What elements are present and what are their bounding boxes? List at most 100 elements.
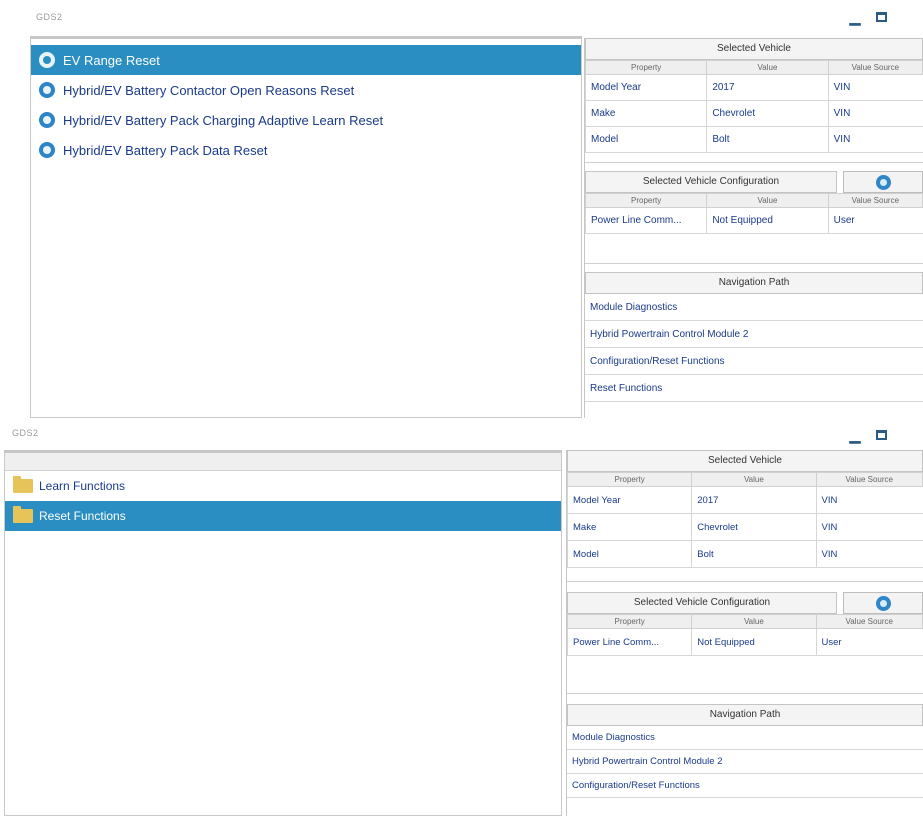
list-item-label: Hybrid/EV Battery Pack Data Reset <box>63 142 268 158</box>
list-item-label: Learn Functions <box>39 479 126 493</box>
list-item-ev-range-reset[interactable]: EV Range Reset <box>31 45 581 75</box>
vehicle-info-pane: Selected Vehicle Property Value Value So… <box>584 38 923 418</box>
list-item-reset-functions[interactable]: Reset Functions <box>5 501 561 531</box>
title-bar: GDS2 ▁ <box>0 418 923 454</box>
configuration-title: Selected Vehicle Configuration <box>585 171 837 193</box>
column-header[interactable]: Value <box>706 60 829 75</box>
table-row[interactable]: Power Line Comm... Not Equipped User <box>566 628 923 656</box>
reset-functions-window: GDS2 ▁ EV Range Reset Hybrid/EV Battery … <box>0 0 923 418</box>
list-item-battery-pack-data-reset[interactable]: Hybrid/EV Battery Pack Data Reset <box>31 135 581 165</box>
table-cell: User <box>827 207 923 234</box>
navigation-path: Navigation Path Module Diagnostics Hybri… <box>567 704 923 798</box>
list-item-label: Hybrid/EV Battery Contactor Open Reasons… <box>63 82 355 98</box>
nav-item-configuration-reset-functions[interactable]: Configuration/Reset Functions <box>567 774 923 798</box>
table-row[interactable]: Model Bolt VIN <box>584 126 923 153</box>
maximize-icon <box>875 430 887 440</box>
configuration-title: Selected Vehicle Configuration <box>567 592 837 614</box>
table-cell: Not Equipped <box>706 207 829 234</box>
function-list: EV Range Reset Hybrid/EV Battery Contact… <box>30 36 582 418</box>
table-row[interactable]: Model Year 2017 VIN <box>566 486 923 514</box>
function-category-list: Learn Functions Reset Functions <box>4 450 562 816</box>
table-cell: Make <box>584 100 707 127</box>
app-title: GDS2 <box>36 12 63 22</box>
column-header[interactable]: Property <box>584 193 708 208</box>
table-cell: VIN <box>815 540 923 568</box>
list-item-charging-adaptive-learn-reset[interactable]: Hybrid/EV Battery Pack Charging Adaptive… <box>31 105 581 135</box>
vehicle-info-pane: Selected Vehicle Property Value Value So… <box>566 450 923 816</box>
column-header[interactable]: Value Source <box>815 472 923 487</box>
nav-item-hybrid-powertrain-control-module-2[interactable]: Hybrid Powertrain Control Module 2 <box>567 750 923 774</box>
table-row[interactable]: Make Chevrolet VIN <box>566 513 923 541</box>
selected-vehicle-table: Property Value Value Source Model Year 2… <box>584 60 923 153</box>
nav-item-reset-functions[interactable]: Reset Functions <box>585 375 923 402</box>
reset-icon <box>39 112 55 128</box>
maximize-button[interactable] <box>871 426 891 444</box>
nav-item-module-diagnostics[interactable]: Module Diagnostics <box>567 726 923 750</box>
column-header[interactable]: Property <box>584 60 708 75</box>
navigation-path: Navigation Path Module Diagnostics Hybri… <box>585 272 923 402</box>
column-header[interactable]: Property <box>566 614 693 629</box>
table-cell: Model <box>566 540 692 568</box>
table-cell: Model Year <box>584 74 707 101</box>
table-row[interactable]: Make Chevrolet VIN <box>584 100 923 127</box>
list-item-label: Reset Functions <box>39 509 126 523</box>
list-item-contactor-open-reasons-reset[interactable]: Hybrid/EV Battery Contactor Open Reasons… <box>31 75 581 105</box>
refresh-configuration-button[interactable] <box>843 171 923 193</box>
configuration-table: Property Value Value Source Power Line C… <box>566 614 923 656</box>
folder-icon <box>13 506 33 523</box>
configuration-blank-area <box>567 656 923 694</box>
column-header[interactable]: Value <box>691 614 817 629</box>
column-header[interactable]: Value Source <box>827 193 923 208</box>
nav-item-hybrid-powertrain-control-module-2[interactable]: Hybrid Powertrain Control Module 2 <box>585 321 923 348</box>
configuration-table: Property Value Value Source Power Line C… <box>584 193 923 234</box>
column-header[interactable]: Value Source <box>815 614 923 629</box>
selected-vehicle-table: Property Value Value Source Model Year 2… <box>566 472 923 568</box>
reset-icon <box>39 82 55 98</box>
title-bar: GDS2 ▁ <box>0 0 923 36</box>
table-spacer <box>567 568 923 582</box>
table-cell: Power Line Comm... <box>584 207 707 234</box>
column-header[interactable]: Property <box>566 472 693 487</box>
table-cell: Not Equipped <box>691 628 816 656</box>
table-spacer <box>585 153 923 163</box>
nav-item-module-diagnostics[interactable]: Module Diagnostics <box>585 294 923 321</box>
column-header[interactable]: Value Source <box>827 60 923 75</box>
table-cell: VIN <box>827 126 923 153</box>
table-cell: Bolt <box>706 126 829 153</box>
column-header[interactable]: Value <box>706 193 829 208</box>
maximize-icon <box>875 12 887 22</box>
column-header[interactable]: Value <box>691 472 817 487</box>
refresh-icon <box>875 595 891 611</box>
configuration-reset-functions-window: GDS2 ▁ Learn Functions Reset Functions S… <box>0 418 923 816</box>
list-item-learn-functions[interactable]: Learn Functions <box>5 471 561 501</box>
table-row[interactable]: Model Year 2017 VIN <box>584 74 923 101</box>
table-cell: VIN <box>815 486 923 514</box>
table-cell: Model Year <box>566 486 692 514</box>
list-header <box>5 453 561 471</box>
table-cell: 2017 <box>706 74 829 101</box>
table-cell: VIN <box>815 513 923 541</box>
configuration-header-row: Selected Vehicle Configuration <box>567 592 923 614</box>
refresh-configuration-button[interactable] <box>843 592 923 614</box>
selected-vehicle-title: Selected Vehicle <box>585 38 923 60</box>
app-title: GDS2 <box>12 428 39 438</box>
table-cell: 2017 <box>691 486 816 514</box>
minimize-button[interactable]: ▁ <box>845 426 865 444</box>
list-item-label: Hybrid/EV Battery Pack Charging Adaptive… <box>63 112 384 128</box>
minimize-button[interactable]: ▁ <box>845 8 865 26</box>
table-cell: VIN <box>827 74 923 101</box>
folder-icon <box>13 476 33 493</box>
list-item-label: EV Range Reset <box>63 52 160 68</box>
table-cell: User <box>815 628 923 656</box>
nav-item-configuration-reset-functions[interactable]: Configuration/Reset Functions <box>585 348 923 375</box>
reset-icon <box>39 52 55 68</box>
maximize-button[interactable] <box>871 8 891 26</box>
navigation-path-title: Navigation Path <box>567 704 923 726</box>
table-row[interactable]: Power Line Comm... Not Equipped User <box>584 207 923 234</box>
table-cell: Model <box>584 126 707 153</box>
table-row[interactable]: Model Bolt VIN <box>566 540 923 568</box>
table-cell: VIN <box>827 100 923 127</box>
navigation-path-title: Navigation Path <box>585 272 923 294</box>
table-cell: Power Line Comm... <box>566 628 692 656</box>
configuration-header-row: Selected Vehicle Configuration <box>585 171 923 193</box>
